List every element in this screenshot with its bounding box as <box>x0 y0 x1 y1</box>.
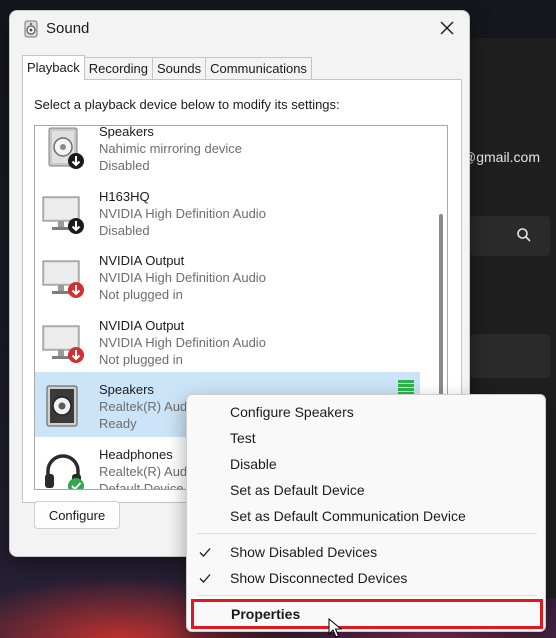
default-check-badge <box>68 477 84 489</box>
device-item[interactable]: H163HQ NVIDIA High Definition Audio Disa… <box>35 179 420 244</box>
menu-item-configure-speakers[interactable]: Configure Speakers <box>187 399 545 425</box>
tab-playback[interactable]: Playback <box>22 55 85 80</box>
tab-communications[interactable]: Communications <box>205 57 312 79</box>
device-description: Nahimic mirroring device <box>99 141 243 156</box>
monitor-icon <box>42 325 84 363</box>
menu-item-properties[interactable]: Properties <box>191 599 543 629</box>
device-status: Ready <box>99 416 137 431</box>
device-name: Headphones <box>99 446 173 462</box>
unplugged-arrow-badge <box>68 282 84 298</box>
menu-item-label: Show Disabled Devices <box>230 544 378 560</box>
search-icon <box>517 228 531 242</box>
menu-item-label: Configure Speakers <box>230 404 354 420</box>
tab-recording[interactable]: Recording <box>84 57 153 79</box>
device-status: Not plugged in <box>99 351 183 367</box>
device-item[interactable]: NVIDIA Output NVIDIA High Definition Aud… <box>35 243 420 308</box>
background-search-box[interactable] <box>470 216 550 256</box>
menu-item-label: Set as Default Communication Device <box>230 508 466 524</box>
headphones-icon <box>45 453 84 489</box>
speaker-box-icon <box>46 385 78 427</box>
background-email-text: @gmail.com <box>462 149 541 165</box>
tab-strip: Playback Recording Sounds Communications <box>22 55 312 80</box>
menu-item-set-default-device[interactable]: Set as Default Device <box>187 477 545 503</box>
device-description: NVIDIA High Definition Audio <box>99 334 266 350</box>
device-description: NVIDIA High Definition Audio <box>99 270 266 285</box>
title-bar[interactable]: Sound <box>10 11 469 45</box>
configure-button[interactable]: Configure <box>34 501 120 529</box>
device-name: Speakers <box>99 382 154 397</box>
menu-item-show-disconnected-devices[interactable]: Show Disconnected Devices <box>187 565 545 591</box>
tab-sounds[interactable]: Sounds <box>152 57 206 79</box>
unplugged-arrow-badge <box>68 346 84 363</box>
disabled-arrow-badge <box>68 217 84 234</box>
device-item[interactable]: NVIDIA Output NVIDIA High Definition Aud… <box>35 308 420 373</box>
speaker-box-icon <box>48 127 84 169</box>
menu-item-label: Show Disconnected Devices <box>230 570 408 586</box>
menu-separator <box>197 595 537 596</box>
menu-item-show-disabled-devices[interactable]: Show Disabled Devices <box>187 539 545 565</box>
device-status: Disabled <box>99 222 150 238</box>
menu-item-label: Set as Default Device <box>230 482 365 498</box>
device-description: Realtek(R) Audio <box>99 399 198 414</box>
mouse-cursor-icon <box>328 618 342 638</box>
background-panel <box>470 334 550 378</box>
checkmark-icon <box>199 574 211 583</box>
checkmark-icon <box>199 548 211 557</box>
device-name: Speakers <box>99 125 154 139</box>
device-status: Default Device <box>99 480 184 490</box>
device-name: H163HQ <box>99 188 150 204</box>
monitor-icon <box>42 196 84 234</box>
menu-separator <box>197 533 537 534</box>
monitor-icon <box>42 260 84 298</box>
device-status: Disabled <box>99 158 150 173</box>
close-icon <box>440 21 454 35</box>
menu-item-set-default-communication-device[interactable]: Set as Default Communication Device <box>187 503 545 529</box>
dialog-title: Sound <box>46 20 90 37</box>
menu-item-label: Test <box>230 430 256 446</box>
device-description: Realtek(R) Audio <box>99 463 198 479</box>
device-name: NVIDIA Output <box>99 253 185 268</box>
menu-item-test[interactable]: Test <box>187 425 545 451</box>
scroll-thumb[interactable] <box>439 214 443 414</box>
menu-item-disable[interactable]: Disable <box>187 451 545 477</box>
device-status: Not plugged in <box>99 287 183 302</box>
instruction-text: Select a playback device below to modify… <box>34 97 340 112</box>
speaker-icon <box>24 20 38 38</box>
menu-item-label: Properties <box>231 606 301 622</box>
menu-item-label: Disable <box>230 456 277 472</box>
close-button[interactable] <box>425 11 469 45</box>
device-context-menu: Configure Speakers Test Disable Set as D… <box>186 394 546 632</box>
disabled-arrow-badge <box>68 153 84 169</box>
device-description: NVIDIA High Definition Audio <box>99 205 266 221</box>
device-name: NVIDIA Output <box>99 317 185 333</box>
device-item[interactable]: Speakers Nahimic mirroring device Disabl… <box>35 125 420 179</box>
